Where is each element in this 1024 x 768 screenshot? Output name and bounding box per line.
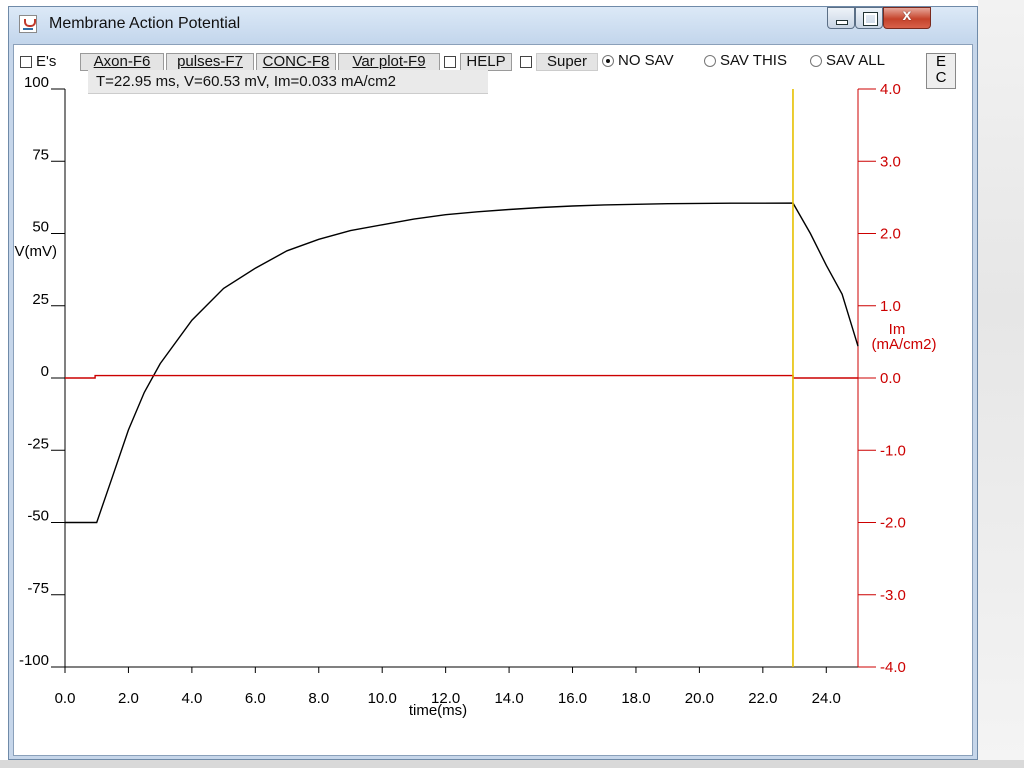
x-tick-label: 22.0: [748, 690, 777, 707]
y-right-axis-label-line2: (mA/cm2): [872, 336, 937, 353]
y-left-tick-label: -75: [27, 580, 49, 597]
x-tick-label: 6.0: [245, 690, 266, 707]
x-tick-label: 2.0: [118, 690, 139, 707]
voltage-trace: [65, 202, 859, 524]
current-trace: [65, 374, 858, 379]
x-tick-label: 16.0: [558, 690, 587, 707]
y-right-tick-label: 3.0: [880, 153, 901, 170]
y-left-tick-label: 25: [32, 291, 49, 308]
y-right-tick-label: 0.0: [880, 370, 901, 387]
plot-canvas[interactable]: 100 75 50 25 0 -25 -50 -75 -100 4.0 3.0 2.0 1.0 0.0 -1…: [0, 0, 1024, 768]
y-right-tick-label: 4.0: [880, 81, 901, 98]
x-tick-label: 14.0: [494, 690, 523, 707]
x-tick-label: 24.0: [812, 690, 841, 707]
x-axis-label: time(ms): [409, 702, 467, 719]
y-right-tick-label: -4.0: [880, 659, 906, 676]
y-left-tick-label: -50: [27, 508, 49, 525]
x-tick-label: 8.0: [308, 690, 329, 707]
y-left-axis-label: V(mV): [15, 243, 58, 260]
y-left-tick-label: 100: [24, 74, 49, 91]
y-right-tick-label: -2.0: [880, 515, 906, 532]
y-left-tick-label: 50: [32, 219, 49, 236]
x-tick-label: 10.0: [368, 690, 397, 707]
y-right-tick-label: 2.0: [880, 226, 901, 243]
y-left-tick-label: -100: [19, 652, 49, 669]
y-right-tick-label: 1.0: [880, 298, 901, 315]
y-right-tick-label: -1.0: [880, 442, 906, 459]
y-right-tick-label: -3.0: [880, 587, 906, 604]
x-tick-label: 20.0: [685, 690, 714, 707]
x-tick-label: 4.0: [181, 690, 202, 707]
y-left-tick-label: 0: [41, 363, 49, 380]
y-left-tick-label: -25: [27, 435, 49, 452]
x-tick-label: 18.0: [621, 690, 650, 707]
x-tick-label: 0.0: [55, 690, 76, 707]
y-left-tick-label: 75: [32, 146, 49, 163]
